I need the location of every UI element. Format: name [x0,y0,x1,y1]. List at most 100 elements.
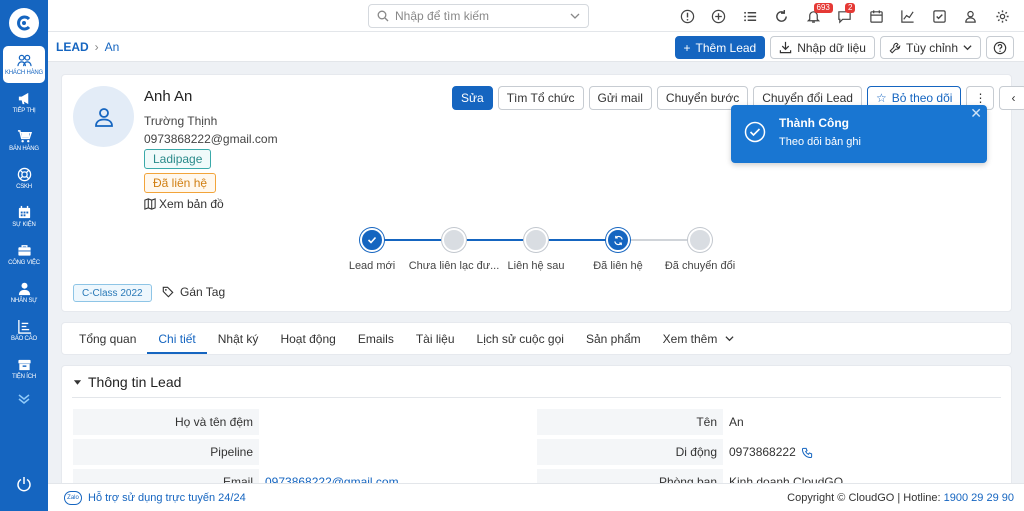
import-data-label: Nhập dữ liệu [797,40,866,55]
line-chart-icon [901,9,914,23]
tab-chi-tiet[interactable]: Chi tiết [147,323,208,354]
sidebar-item-label: CSKH [16,184,32,190]
sidebar-logout-button[interactable] [16,476,32,495]
lead-email: 0973868222@gmail.com [144,132,278,146]
sidebar-expand-button[interactable] [17,392,31,409]
list-button[interactable] [735,0,767,32]
view-map-link[interactable]: Xem bản đồ [144,197,224,211]
list-icon [743,11,756,21]
hotline-number[interactable]: 1900 29 29 90 [944,492,1014,504]
phone-icon[interactable] [801,447,813,458]
wrench-icon [889,42,901,53]
unfollow-label: Bỏ theo dõi [891,91,953,105]
send-mail-button[interactable]: Gửi mail [588,86,652,110]
tab-xem-them[interactable]: Xem thêm [652,323,746,354]
chevron-down-icon [570,13,580,19]
find-organization-button[interactable]: Tìm Tổ chức [497,86,584,110]
toast-close-icon[interactable]: ✕ [970,105,982,122]
copyright-text: Copyright © CloudGO | Hotline: [787,491,944,504]
add-new-button[interactable] [703,0,735,32]
tab-nhat-ky[interactable]: Nhật ký [207,323,270,354]
previous-record-button[interactable]: ‹ [999,86,1024,110]
lead-name: Anh An [144,88,193,105]
chat-button[interactable]: 2 [829,0,861,32]
breadcrumb-root-link[interactable]: LEAD [56,40,89,54]
topbar: Nhập để tìm kiếm 693 2 [48,0,1024,32]
tasks-button[interactable] [924,0,956,32]
sidebar-item-label: Công việc [8,260,40,266]
briefcase-icon [17,245,31,256]
notifications-button[interactable]: 693 [798,0,833,32]
add-tag-button[interactable]: Gán Tag [162,285,225,299]
field-value[interactable]: 0973868222 [723,445,813,459]
step-da-lien-he[interactable] [606,228,630,252]
section-toggle[interactable]: Thông tin Lead [73,374,181,390]
cloudgo-logo-icon [17,15,31,31]
step-label: Đã liên hệ [593,260,643,272]
tab-xem-them-label: Xem thêm [662,331,718,346]
page-actions: + Thêm Lead Nhập dữ liệu Tùy chỉnh [674,36,1014,59]
app-logo[interactable] [9,8,39,38]
global-search-input[interactable]: Nhập để tìm kiếm [368,4,589,28]
sidebar-item-nhan-su[interactable]: Nhân sự [3,274,45,311]
caret-down-icon [73,379,82,385]
customize-dropdown[interactable]: Tùy chỉnh [879,36,981,59]
settings-button[interactable] [987,0,1019,32]
sidebar-item-bao-cao[interactable]: Báo cáo [3,312,45,349]
step-label: Chưa liên lạc đư... [408,260,500,272]
refresh-button[interactable] [766,0,798,32]
user-icon [965,10,977,23]
sidebar-item-tien-ich[interactable]: Tiện ích [3,350,45,387]
zalo-icon: Zalo [64,490,82,505]
tab-emails[interactable]: Emails [347,323,405,354]
step-label: Đã chuyển đổi [664,260,736,272]
sidebar: Khách hàng Tiếp thị Bán hàng CSKH Sự kiệ… [0,0,48,511]
step-lead-moi[interactable] [360,228,384,252]
field-mobile: Di động 0973868222 [537,439,1003,465]
chevron-left-icon: ‹ [1011,91,1016,105]
edit-button[interactable]: Sửa [452,86,493,110]
step-da-chuyen-doi[interactable] [688,228,712,252]
refresh-icon [776,9,788,22]
class-tag[interactable]: C-Class 2022 [73,284,152,302]
plus-icon: + [683,40,691,55]
pipeline-steps: Lead mới Chưa liên lạc đư... Liên hệ sau… [342,225,742,285]
sidebar-item-su-kien[interactable]: Sự kiện [3,198,45,235]
tab-tai-lieu[interactable]: Tài liệu [405,323,466,354]
lead-info-panel: Thông tin Lead Họ và tên đệm Tên An Pipe… [61,365,1012,485]
add-lead-button[interactable]: + Thêm Lead [674,36,766,59]
sidebar-item-cskh[interactable]: CSKH [3,160,45,197]
toast-title: Thành Công [779,116,849,130]
field-label: Họ và tên đệm [73,409,259,435]
breadcrumb: LEAD › An [56,40,119,54]
star-icon: ☆ [875,91,887,105]
sidebar-item-label: Nhân sự [10,298,38,304]
field-value[interactable]: An [723,415,744,429]
profile-button[interactable] [955,0,987,32]
step-chua-lien-lac[interactable] [442,228,466,252]
sidebar-item-label: Bán hàng [9,146,39,152]
alert-button[interactable] [672,0,704,32]
calendar-icon [18,205,30,219]
chat-count-badge: 2 [845,3,856,13]
sidebar-item-cong-viec[interactable]: Công việc [3,236,45,273]
chart-button[interactable] [892,0,924,32]
sidebar-item-tiep-thi[interactable]: Tiếp thị [3,84,45,121]
calendar-button[interactable] [861,0,893,32]
sidebar-item-khach-hang[interactable]: Khách hàng [3,46,45,83]
step-lien-he-sau[interactable] [524,228,548,252]
topbar-icons: 693 2 [672,0,1019,32]
online-support-link[interactable]: Zalo Hỗ trợ sử dụng trực tuyến 24/24 [64,490,246,505]
plus-circle-icon [712,9,726,23]
tab-lich-su-cuoc-goi[interactable]: Lịch sử cuộc gọi [466,323,575,354]
box-icon [17,359,31,371]
help-button[interactable] [986,36,1014,59]
tab-tong-quan[interactable]: Tổng quan [68,323,147,354]
tab-hoat-dong[interactable]: Hoạt động [269,323,346,354]
field-label: Di động [537,439,723,465]
section-title: Thông tin Lead [88,374,182,390]
sidebar-item-ban-hang[interactable]: Bán hàng [3,122,45,159]
import-data-button[interactable]: Nhập dữ liệu [770,36,875,59]
tab-san-pham[interactable]: Sản phẩm [575,323,652,354]
download-icon [780,41,792,54]
